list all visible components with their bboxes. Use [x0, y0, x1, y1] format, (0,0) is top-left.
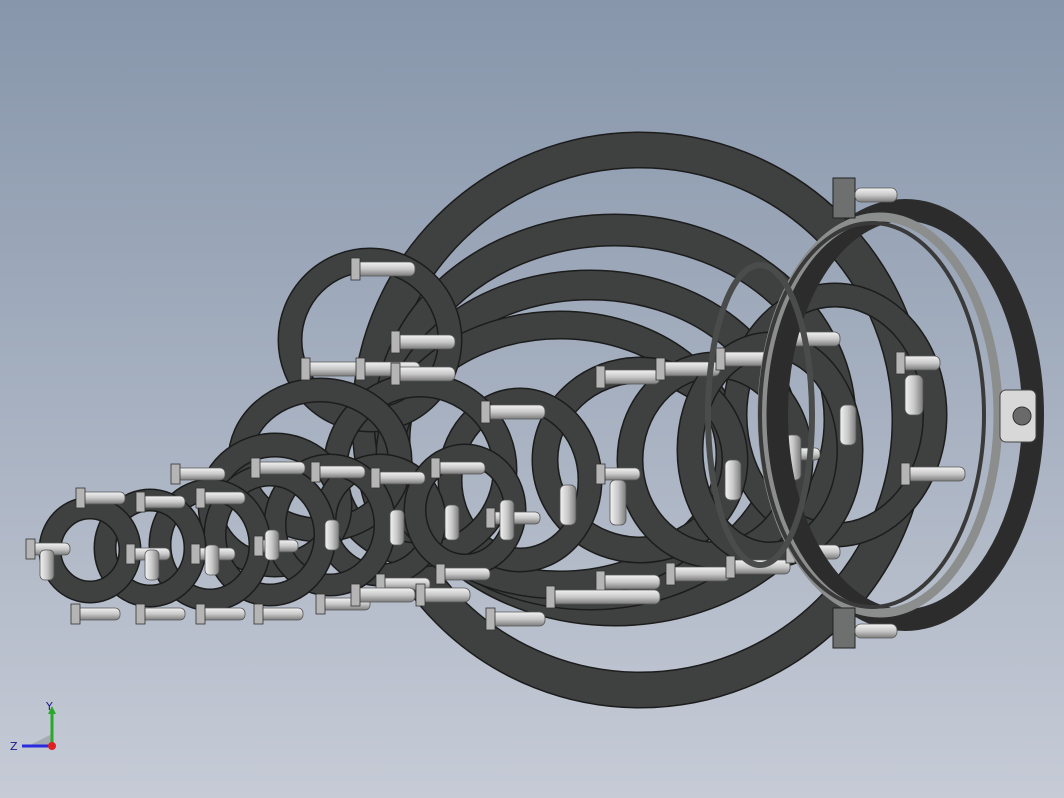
- clamp-bolt: [139, 495, 186, 509]
- bolt-nut: [190, 543, 201, 565]
- clamp-bolt: [254, 461, 306, 475]
- y-axis-label: Y: [45, 700, 53, 713]
- 3d-viewport[interactable]: Y Z: [0, 0, 1064, 798]
- clamp-bolt: [314, 465, 366, 479]
- clamp-bolt: [419, 587, 471, 603]
- clamp-bolt: [74, 607, 121, 621]
- clamp-bolt: [79, 491, 126, 505]
- clamp-bolt: [904, 466, 966, 482]
- clamp-bolt: [394, 366, 456, 382]
- clamp-pin: [204, 544, 220, 576]
- clamp-bolt: [139, 607, 186, 621]
- clamp-bolt: [394, 334, 456, 350]
- bolt-nut: [595, 365, 606, 389]
- bolt-nut: [195, 603, 206, 625]
- bolt-nut: [315, 593, 326, 615]
- bolt-nut: [595, 463, 606, 485]
- clamp-bolt-top: [854, 187, 898, 203]
- clamp-bolt: [489, 511, 541, 525]
- bolt-nut: [135, 491, 146, 513]
- bolt-nut: [25, 538, 36, 560]
- bolt-nut: [900, 462, 911, 486]
- bolt-nut: [125, 543, 136, 565]
- clamp-pin: [904, 374, 924, 416]
- bolt-nut: [170, 463, 181, 485]
- bolt-nut: [430, 457, 441, 479]
- clamp-rings: [25, 131, 966, 709]
- bolt-nut: [390, 362, 401, 386]
- clamp-pin: [324, 519, 340, 551]
- bolt-nut: [370, 467, 381, 489]
- clamp-pin: [724, 459, 742, 501]
- clamp-pin: [499, 499, 515, 541]
- clamp-bolt: [489, 611, 546, 627]
- clamp-bolt: [374, 471, 426, 485]
- clamp-pin: [144, 549, 160, 581]
- bolt-nut: [300, 357, 311, 381]
- bolt-nut: [135, 603, 146, 625]
- z-axis-label: Z: [10, 740, 18, 753]
- bolt-nut: [310, 461, 321, 483]
- clamp-pin: [609, 479, 627, 526]
- clamp-pin: [559, 484, 577, 526]
- clamp-bolt: [354, 261, 416, 277]
- bolt-nut: [390, 330, 401, 354]
- bolt-nut: [70, 603, 81, 625]
- clamp-bolt: [669, 566, 731, 582]
- clamp-bolt: [549, 589, 661, 605]
- bolt-nut: [350, 583, 361, 607]
- clamp-pin: [839, 404, 857, 446]
- bolt-nut: [480, 400, 491, 424]
- bolt-nut: [485, 607, 496, 631]
- clamp-bolt: [599, 574, 661, 590]
- clamp-pin: [389, 509, 405, 546]
- bolt-nut: [350, 257, 361, 281]
- bolt-nut: [655, 357, 666, 381]
- clamp-bolt: [599, 467, 641, 481]
- bolt-nut: [195, 487, 206, 509]
- clamp-bolt: [434, 461, 486, 475]
- bolt-nut: [665, 562, 676, 586]
- bolt-nut: [250, 457, 261, 479]
- bolt-nut: [415, 583, 426, 607]
- clamp-bolt-bottom: [854, 623, 898, 639]
- bolt-nut: [253, 603, 264, 625]
- clamp-bolt: [439, 567, 491, 581]
- clamp-pin: [444, 504, 460, 541]
- clamp-lug-bottom: [832, 607, 856, 649]
- clamp-bolt: [199, 491, 246, 505]
- bolt-nut: [75, 487, 86, 509]
- bolt-nut: [725, 555, 736, 579]
- clamp-bolt: [354, 587, 416, 603]
- bolt-nut: [895, 351, 906, 375]
- bolt-nut: [715, 347, 726, 371]
- side-nut-hole: [1012, 406, 1032, 426]
- clamp-bolt: [174, 467, 226, 481]
- bolt-nut: [355, 357, 366, 381]
- clamp-assembly-model[interactable]: [0, 0, 1064, 798]
- clamp-bolt: [199, 607, 246, 621]
- bolt-nut: [435, 563, 446, 585]
- x-axis-dot: [48, 742, 56, 750]
- bolt-nut: [485, 507, 496, 529]
- clamp-pin: [264, 529, 280, 561]
- clamp-pin: [39, 549, 55, 581]
- clamp-lug-top: [832, 177, 856, 219]
- clamp-bolt: [899, 355, 941, 371]
- clamp-bolt: [599, 369, 661, 385]
- clamp-bolt: [257, 607, 304, 621]
- axis-triad: Y Z: [8, 700, 68, 760]
- clamp-bolt: [484, 404, 546, 420]
- bolt-nut: [253, 535, 264, 557]
- bolt-nut: [545, 585, 556, 609]
